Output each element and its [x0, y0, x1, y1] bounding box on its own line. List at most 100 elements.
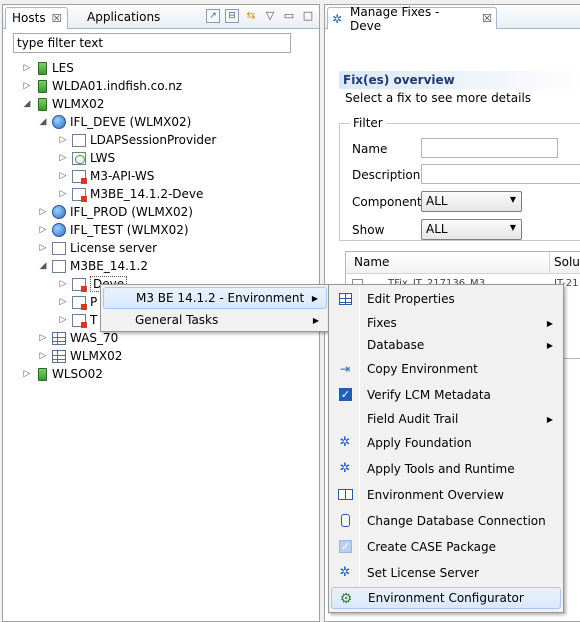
tree-node-les[interactable]: ▷ LES: [21, 59, 74, 77]
menu-item-field-audit-trail[interactable]: Field Audit Trail ▶: [331, 408, 561, 430]
column-header-solution[interactable]: Soluti: [554, 255, 580, 269]
menu-item-label: Apply Foundation: [367, 436, 472, 450]
tree-node-p[interactable]: ▷ P: [57, 293, 97, 311]
new-window-icon[interactable]: ↗: [206, 9, 220, 23]
editor-tabbar: ✲ Manage Fixes - Deve ☒: [325, 5, 580, 33]
menu-item-database[interactable]: Database ▶: [331, 334, 561, 356]
menu-item-change-database-connection[interactable]: Change Database Connection: [331, 510, 561, 532]
tree-node-wlda01[interactable]: ▷ WLDA01.indfish.co.nz: [21, 77, 183, 95]
host-icon: [38, 367, 47, 381]
fix-icon: ✲: [339, 435, 351, 450]
menu-item-label: Environment Configurator: [368, 591, 524, 605]
tree-node-wlso02[interactable]: ▷ WLSO02: [21, 365, 103, 383]
tree-node-ifl-deve[interactable]: ◢ IFL_DEVE (WLMX02): [37, 113, 191, 131]
tree-node-m3-api-ws[interactable]: ▷ M3-API-WS: [57, 167, 154, 185]
collapse-all-icon[interactable]: ⊟: [225, 9, 239, 23]
component-red-icon: [72, 169, 87, 184]
menu-item-edit-properties[interactable]: Edit Properties: [331, 288, 561, 310]
menu-item-verify-lcm-metadata[interactable]: ✓ Verify LCM Metadata: [331, 384, 561, 406]
tree-node-wlmx02-cell[interactable]: ▷ WLMX02: [37, 347, 123, 365]
table-header: Name Soluti: [346, 252, 580, 274]
menu-item-apply-tools-runtime[interactable]: ✲ Apply Tools and Runtime: [331, 458, 561, 480]
collapse-icon[interactable]: ◢: [21, 99, 33, 109]
menu-item-label: Create CASE Package: [367, 540, 497, 554]
component-red-icon: [72, 277, 87, 292]
menu-item-apply-foundation[interactable]: ✲ Apply Foundation: [331, 432, 561, 454]
collapse-icon[interactable]: ◢: [37, 261, 49, 271]
minimize-icon[interactable]: ▭: [282, 9, 296, 23]
table-icon: [339, 293, 352, 305]
tree-node-label: IFL_DEVE (WLMX02): [70, 115, 192, 129]
tab-manage-fixes[interactable]: ✲ Manage Fixes - Deve ☒: [327, 5, 497, 33]
column-header-name[interactable]: Name: [354, 255, 389, 269]
tree-node-ifl-test[interactable]: ▷ IFL_TEST (WLMX02): [37, 221, 189, 239]
menu-item-m3-be-environment[interactable]: M3 BE 14.1.2 - Environment ▶: [103, 287, 327, 309]
expand-icon[interactable]: ▷: [37, 351, 49, 361]
submenu-arrow-icon: ▶: [311, 293, 318, 303]
view-menu-icon[interactable]: ▽: [263, 9, 277, 23]
tree-node-m3be-deve[interactable]: ▷ M3BE_14.1.2-Deve: [57, 185, 203, 203]
submenu-arrow-icon: ▶: [546, 414, 553, 424]
filter-input[interactable]: [13, 33, 291, 53]
expand-icon[interactable]: ▷: [37, 333, 49, 343]
environment-icon: [52, 205, 66, 219]
host-icon: [38, 97, 47, 111]
expand-icon[interactable]: ▷: [21, 63, 33, 73]
menu-item-label: M3 BE 14.1.2 - Environment: [136, 291, 305, 305]
expand-icon[interactable]: ▷: [57, 135, 69, 145]
menu-item-create-case-package[interactable]: ✓ Create CASE Package: [331, 536, 561, 558]
tree-node-label: P: [90, 295, 98, 309]
overview-icon: [338, 489, 353, 500]
tab-hosts[interactable]: Hosts ☒: [5, 7, 69, 29]
expand-icon[interactable]: ▷: [21, 81, 33, 91]
expand-icon[interactable]: ▷: [57, 279, 69, 289]
tree-node-t[interactable]: ▷ T: [57, 311, 97, 329]
submenu-arrow-icon: ▶: [312, 315, 319, 325]
tab-manage-fixes-label: Manage Fixes - Deve: [349, 4, 440, 33]
maximize-icon[interactable]: □: [301, 9, 315, 23]
expand-icon[interactable]: ▷: [37, 225, 49, 235]
component-select[interactable]: ALL ▼: [421, 191, 522, 212]
menu-item-general-tasks[interactable]: General Tasks ▶: [103, 309, 327, 331]
menu-item-fixes[interactable]: Fixes ▶: [331, 312, 561, 334]
tab-hosts-label: Hosts: [12, 11, 46, 25]
tree-node-ldapsessionprovider[interactable]: ▷ LDAPSessionProvider: [57, 131, 217, 149]
expand-icon[interactable]: ▷: [57, 297, 69, 307]
tree-node-label: T: [90, 313, 98, 327]
show-select[interactable]: ALL ▼: [421, 219, 522, 240]
tree-node-ifl-prod[interactable]: ▷ IFL_PROD (WLMX02): [37, 203, 193, 221]
collapse-icon[interactable]: ◢: [37, 117, 49, 127]
menu-item-copy-environment[interactable]: ⇥ Copy Environment: [331, 358, 561, 380]
component-red-icon: [72, 295, 87, 310]
tree-node-label: LDAPSessionProvider: [90, 133, 217, 147]
tree-node-label: WLDA01.indfish.co.nz: [52, 79, 183, 93]
tree-node-license-server[interactable]: ▷ License server: [37, 239, 158, 257]
tree-node-wlmx02[interactable]: ◢ WLMX02: [21, 95, 105, 113]
tree-node-label: M3-API-WS: [90, 169, 155, 183]
expand-icon[interactable]: ▷: [57, 189, 69, 199]
column-divider[interactable]: [549, 252, 550, 274]
menu-item-environment-configurator[interactable]: ⚙ Environment Configurator: [331, 587, 561, 609]
tab-applications[interactable]: Applications: [81, 7, 166, 29]
name-field[interactable]: [421, 138, 558, 158]
menu-item-set-license-server[interactable]: ✲ Set License Server: [331, 562, 561, 584]
expand-icon[interactable]: ▷: [57, 171, 69, 181]
tree-node-m3be-1412[interactable]: ◢ M3BE_14.1.2: [37, 257, 148, 275]
close-icon[interactable]: ☒: [482, 12, 492, 25]
grid-icon: [52, 331, 66, 345]
expand-icon[interactable]: ▷: [37, 207, 49, 217]
expand-icon[interactable]: ▷: [57, 315, 69, 325]
configurator-icon: ⚙: [339, 591, 353, 607]
expand-icon[interactable]: ▷: [37, 243, 49, 253]
tree-node-lws[interactable]: ▷ LWS: [57, 149, 116, 167]
close-icon[interactable]: ☒: [52, 12, 62, 25]
expand-icon[interactable]: ▷: [21, 369, 33, 379]
description-field[interactable]: [421, 164, 580, 184]
section-description: Select a fix to see more details: [345, 91, 532, 105]
grid-icon: [52, 349, 66, 363]
component-label: Component: [352, 195, 422, 209]
expand-icon[interactable]: ▷: [57, 153, 69, 163]
menu-item-label: Apply Tools and Runtime: [367, 462, 515, 476]
menu-item-environment-overview[interactable]: Environment Overview: [331, 484, 561, 506]
sync-icon[interactable]: ⇆: [244, 9, 258, 23]
